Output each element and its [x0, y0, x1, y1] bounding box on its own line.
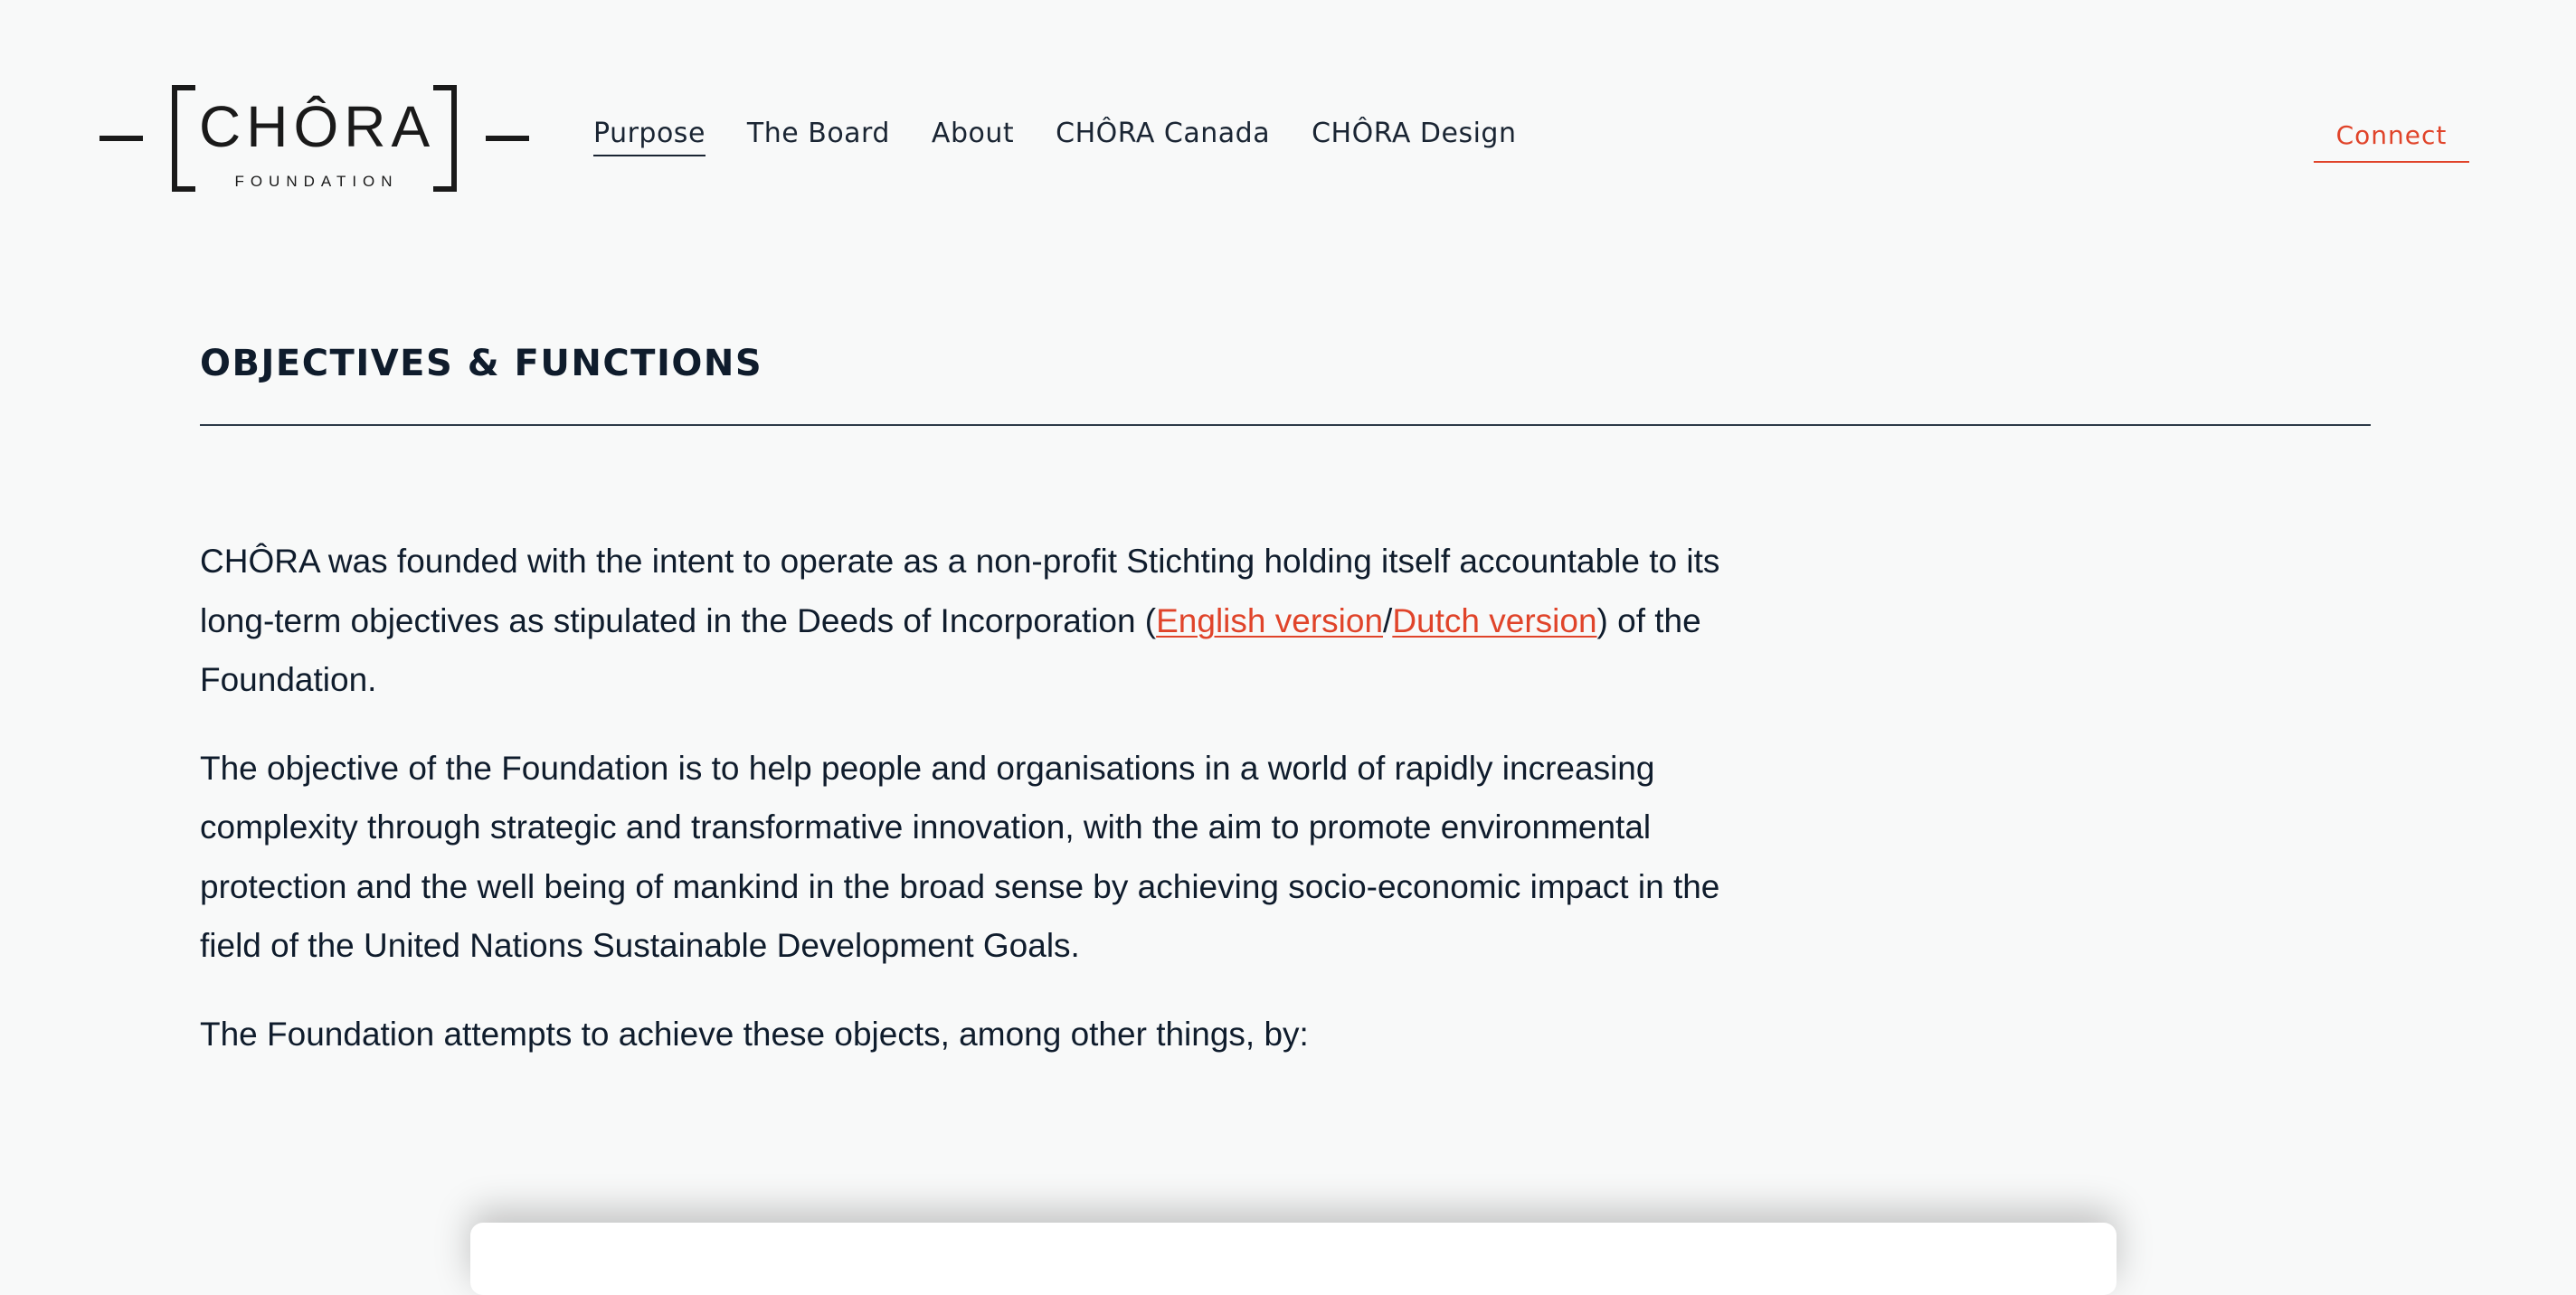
logo-bracket-right [433, 85, 457, 192]
content-card-edge [470, 1223, 2117, 1295]
english-version-link[interactable]: English version [1156, 602, 1383, 639]
logo-subtitle: FOUNDATION [234, 173, 399, 190]
nav-item-purpose[interactable]: Purpose [593, 118, 706, 156]
nav-item-the-board[interactable]: The Board [747, 118, 890, 156]
connect-button[interactable]: Connect [2314, 120, 2469, 163]
main-nav: Purpose The Board About CHÔRA Canada CHÔ… [593, 118, 1516, 156]
dutch-version-link[interactable]: Dutch version [1392, 602, 1596, 639]
chora-foundation-logo[interactable]: CHÔRA FOUNDATION [99, 85, 529, 192]
logo-wordmark: CHÔRA [199, 94, 436, 159]
section-divider [200, 424, 2371, 426]
article-body: CHÔRA was founded with the intent to ope… [200, 532, 1756, 1092]
nav-item-about[interactable]: About [932, 118, 1014, 156]
logo-dash-right [486, 136, 529, 141]
section-title: OBJECTIVES & FUNCTIONS [200, 343, 763, 384]
paragraph-means-intro: The Foundation attempts to achieve these… [200, 1015, 1309, 1053]
logo-bracket-left [172, 85, 195, 192]
paragraph-founding: CHÔRA was founded with the intent to ope… [200, 532, 1756, 710]
nav-item-chora-canada[interactable]: CHÔRA Canada [1056, 118, 1270, 156]
main-content: OBJECTIVES & FUNCTIONS CHÔRA was founded… [200, 340, 2371, 1053]
site-header: CHÔRA FOUNDATION Purpose The Board About… [0, 0, 2576, 271]
paragraph-objective: The objective of the Foundation is to he… [200, 749, 1720, 965]
nav-item-chora-design[interactable]: CHÔRA Design [1312, 118, 1516, 156]
logo-dash-left [99, 136, 143, 141]
link-separator: / [1383, 601, 1393, 639]
